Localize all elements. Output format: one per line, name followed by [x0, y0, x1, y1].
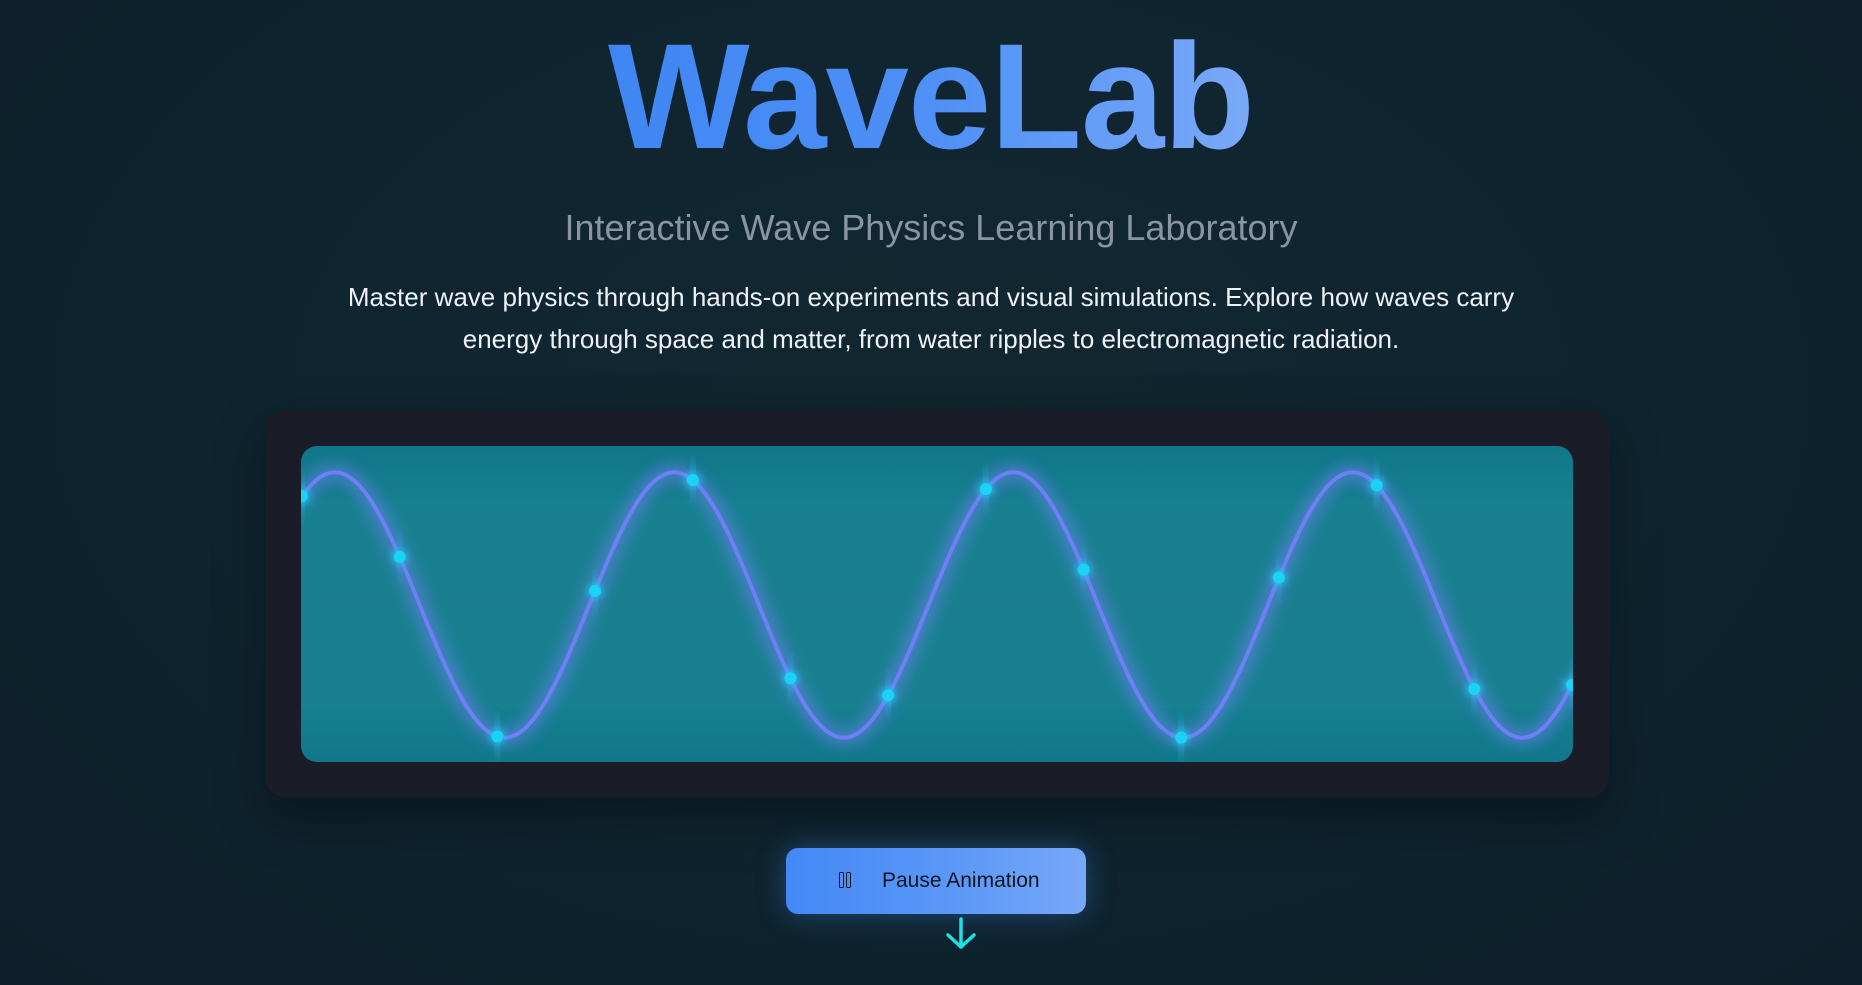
wave-particle [686, 474, 699, 487]
arrow-down-icon[interactable] [943, 916, 979, 952]
page-description: Master wave physics through hands-on exp… [347, 282, 1515, 354]
page-title: WaveLab [0, 16, 1862, 176]
wave-particle [393, 550, 406, 563]
title-text: WaveLab [608, 12, 1255, 180]
wave-visualization [301, 452, 1573, 762]
wave-simulation-card [265, 410, 1609, 798]
wave-particle [491, 730, 504, 743]
pause-icon [839, 872, 853, 890]
wave-particle [1370, 479, 1383, 492]
wave-canvas[interactable] [301, 446, 1573, 762]
hero-section: WaveLab Interactive Wave Physics Learnin… [0, 0, 1862, 985]
wave-particle [979, 483, 992, 496]
wave-particle [1077, 563, 1090, 576]
pause-button-label: Pause Animation [882, 869, 1040, 892]
wave-particle [1272, 571, 1285, 584]
wave-particle [589, 584, 602, 597]
wave-particle [882, 689, 895, 702]
pause-animation-button[interactable]: Pause Animation [786, 848, 1086, 914]
wave-particle [1175, 731, 1188, 744]
wave-particle [1468, 682, 1481, 695]
wave-particle [784, 672, 797, 685]
page-subtitle: Interactive Wave Physics Learning Labora… [564, 207, 1298, 248]
